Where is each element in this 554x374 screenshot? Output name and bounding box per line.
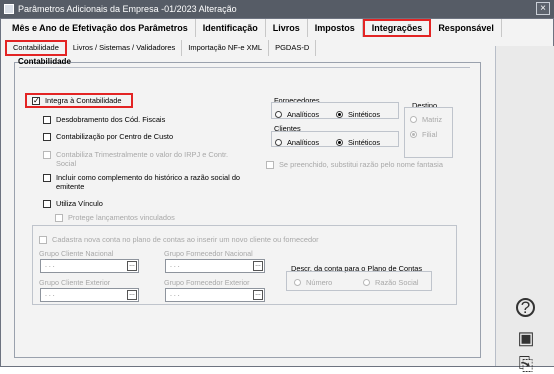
lookup-button[interactable]: … bbox=[127, 261, 137, 271]
grupo-cliente-nacional-field[interactable]: . . .… bbox=[40, 259, 139, 273]
desdobramento-checkbox[interactable]: Desdobramento dos Cód. Fiscais bbox=[43, 115, 165, 124]
grupo-cliente-exterior-field[interactable]: . . .… bbox=[40, 288, 139, 302]
section-divider bbox=[19, 67, 470, 68]
window-titlebar: Parâmetros Adicionais da Empresa -01/202… bbox=[0, 0, 554, 18]
nome-fantasia-checkbox[interactable]: Se preenchido, substitui razão pelo nome… bbox=[266, 160, 443, 169]
section-title-contabilidade: Contabilidade bbox=[18, 57, 71, 66]
trimestral-checkbox[interactable]: Contabiliza Trimestralmente o valor do I… bbox=[43, 150, 228, 168]
subtab-contabilidade[interactable]: Contabilidade bbox=[5, 40, 67, 56]
right-sidebar: ? ▣ ⎘ bbox=[495, 46, 554, 374]
grupo-cliente-exterior-label: Grupo Cliente Exterior bbox=[39, 278, 111, 287]
help-icon[interactable]: ? bbox=[516, 298, 535, 317]
close-button[interactable]: × bbox=[536, 2, 550, 15]
lookup-button[interactable]: … bbox=[253, 261, 263, 271]
centro-custo-checkbox[interactable]: Contabilização por Centro de Custo bbox=[43, 132, 173, 141]
destino-filial-radio[interactable]: Filial bbox=[410, 130, 437, 139]
subtab-livros-sistemas[interactable]: Livros / Sistemas / Validadores bbox=[67, 40, 183, 56]
lookup-button[interactable]: … bbox=[253, 290, 263, 300]
save-icon[interactable]: ▣ bbox=[516, 328, 536, 348]
fornecedores-sinteticos-radio[interactable]: Sintéticos bbox=[336, 110, 380, 119]
razao-social-radio[interactable]: Razão Social bbox=[363, 278, 419, 287]
dialog-window: Mês e Ano de Efetivação dos Parâmetros I… bbox=[0, 18, 554, 374]
destino-matriz-radio[interactable]: Matriz bbox=[410, 115, 442, 124]
export-icon[interactable]: ⎘ bbox=[516, 354, 536, 374]
window-title: Parâmetros Adicionais da Empresa -01/202… bbox=[18, 4, 237, 14]
cadastra-conta-checkbox[interactable]: Cadastra nova conta no plano de contas a… bbox=[39, 235, 319, 244]
lookup-button[interactable]: … bbox=[127, 290, 137, 300]
tab-mes-ano[interactable]: Mês e Ano de Efetivação dos Parâmetros bbox=[5, 19, 196, 37]
numero-radio[interactable]: Número bbox=[294, 278, 332, 287]
sub-tabs: Contabilidade Livros / Sistemas / Valida… bbox=[5, 40, 317, 56]
subtab-pgdas[interactable]: PGDAS-D bbox=[269, 40, 317, 56]
grupo-fornecedor-exterior-field[interactable]: . . .… bbox=[165, 288, 265, 302]
clientes-analiticos-radio[interactable]: Analíticos bbox=[275, 138, 319, 147]
tab-integracoes[interactable]: Integrações bbox=[362, 19, 432, 37]
integra-contabilidade-checkbox[interactable]: ✓ Integra à Contabilidade bbox=[32, 96, 121, 105]
checkmark-icon: ✓ bbox=[32, 96, 40, 105]
fornecedores-analiticos-radio[interactable]: Analíticos bbox=[275, 110, 319, 119]
subtab-importacao-nfe[interactable]: Importação NF-e XML bbox=[182, 40, 270, 56]
grupo-cliente-nacional-label: Grupo Cliente Nacional bbox=[39, 249, 114, 258]
tab-livros[interactable]: Livros bbox=[266, 19, 308, 37]
tab-impostos[interactable]: Impostos bbox=[308, 19, 363, 37]
clientes-sinteticos-radio[interactable]: Sintéticos bbox=[336, 138, 380, 147]
grupo-fornecedor-nacional-label: Grupo Fornecedor Nacional bbox=[164, 249, 253, 258]
tab-responsavel[interactable]: Responsável bbox=[431, 19, 502, 37]
grupo-fornecedor-exterior-label: Grupo Fornecedor Exterior bbox=[164, 278, 250, 287]
historico-checkbox[interactable]: Incluir como complemento do histórico a … bbox=[43, 173, 240, 191]
grupo-fornecedor-nacional-field[interactable]: . . .… bbox=[165, 259, 265, 273]
protege-vinculados-checkbox[interactable]: Protege lançamentos vinculados bbox=[55, 213, 175, 222]
utiliza-vinculo-checkbox[interactable]: Utiliza Vínculo bbox=[43, 199, 103, 208]
main-tabs: Mês e Ano de Efetivação dos Parâmetros I… bbox=[5, 19, 502, 37]
app-icon bbox=[4, 4, 14, 14]
tab-identificacao[interactable]: Identificação bbox=[196, 19, 266, 37]
